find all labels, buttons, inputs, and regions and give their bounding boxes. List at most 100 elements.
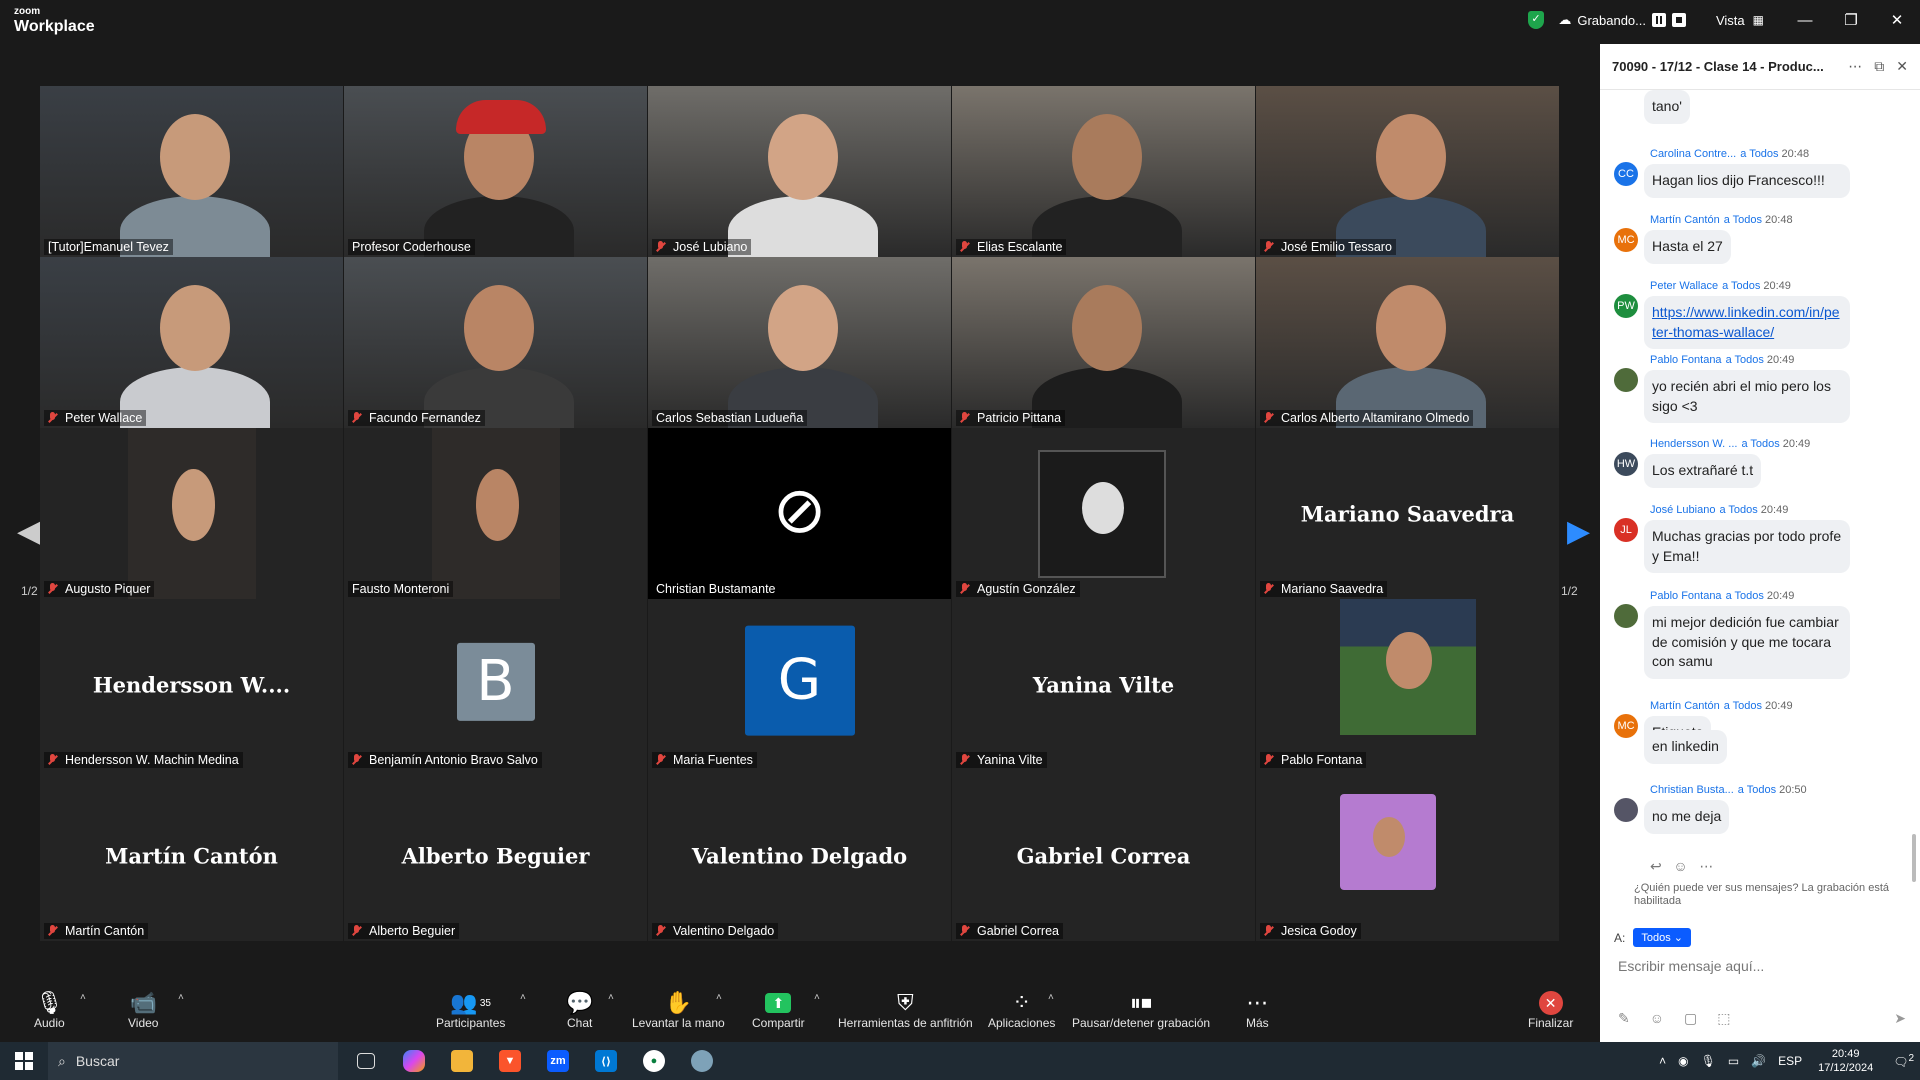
message-sender[interactable]: Martín Cantón: [1650, 214, 1720, 226]
reply-icon[interactable]: ↩: [1650, 858, 1662, 874]
share-options-chevron-icon[interactable]: ˄: [814, 992, 820, 1003]
app-colorful-icon[interactable]: [682, 1042, 722, 1080]
participant-tile[interactable]: Martín Cantón Martín Cantón: [40, 770, 343, 941]
message-sender[interactable]: Peter Wallace: [1650, 280, 1718, 292]
chat-messages[interactable]: tano' Carolina Contre... a Todos 20:48 CC Hag…: [1600, 90, 1920, 920]
participant-tile[interactable]: Profesor Coderhouse: [344, 86, 647, 257]
format-icon[interactable]: ✎: [1618, 1010, 1630, 1027]
minimize-icon[interactable]: —: [1782, 0, 1828, 40]
participants-button[interactable]: 👥 35 Participantes: [436, 990, 505, 1030]
more-actions-icon[interactable]: ⋯: [1699, 858, 1713, 874]
message-bubble[interactable]: tano': [1644, 90, 1690, 124]
next-page-icon[interactable]: ▶: [1567, 514, 1590, 549]
message-sender[interactable]: Pablo Fontana: [1650, 590, 1722, 602]
audio-options-chevron-icon[interactable]: ˄: [80, 992, 86, 1003]
message-sender[interactable]: Hendersson W. ...: [1650, 438, 1737, 450]
message-bubble[interactable]: https://www.linkedin.com/in/peter-thomas…: [1644, 296, 1850, 350]
system-clock[interactable]: 20:49 17/12/2024: [1818, 1047, 1873, 1076]
participant-tile[interactable]: Mariano Saavedra Mariano Saavedra: [1256, 428, 1559, 599]
sender-avatar[interactable]: HW: [1614, 452, 1638, 476]
emoji-picker-icon[interactable]: ☺: [1650, 1010, 1664, 1027]
notifications-icon[interactable]: 🗨2: [1893, 1053, 1914, 1069]
message-bubble[interactable]: yo recién abri el mio pero los sigo <3: [1644, 370, 1850, 424]
raise-hand-options-chevron-icon[interactable]: ˄: [716, 992, 722, 1003]
share-button[interactable]: ⬆ Compartir: [752, 990, 805, 1030]
message-bubble[interactable]: Muchas gracias por todo profe y Ema!!: [1644, 520, 1850, 574]
participant-tile[interactable]: Fausto Monteroni: [344, 428, 647, 599]
sender-avatar[interactable]: PW: [1614, 294, 1638, 318]
participant-tile[interactable]: Facundo Fernandez: [344, 257, 647, 428]
participant-tile[interactable]: Alberto Beguier Alberto Beguier: [344, 770, 647, 941]
participant-tile[interactable]: Pablo Fontana: [1256, 599, 1559, 770]
participant-tile[interactable]: Hendersson W.... Hendersson W. Machin Med…: [40, 599, 343, 770]
audio-button[interactable]: 🎙 Audio: [34, 990, 65, 1030]
close-icon[interactable]: ✕: [1874, 0, 1920, 40]
vscode-icon[interactable]: ⟨⟩: [586, 1042, 626, 1080]
message-bubble[interactable]: mi mejor dedición fue cambiar de comisió…: [1644, 606, 1850, 679]
sender-avatar[interactable]: [1614, 798, 1638, 822]
participant-tile[interactable]: Jesica Godoy: [1256, 770, 1559, 941]
end-meeting-button[interactable]: ✕ Finalizar: [1528, 990, 1573, 1030]
message-sender[interactable]: Martín Cantón: [1650, 700, 1720, 712]
participant-tile[interactable]: Patricio Pittana: [952, 257, 1255, 428]
sender-avatar[interactable]: [1614, 368, 1638, 392]
message-sender[interactable]: Christian Busta...: [1650, 784, 1734, 796]
visibility-note[interactable]: ¿Quién puede ver sus mensajes? La grabac…: [1614, 882, 1914, 908]
participant-tile[interactable]: Augusto Piquer: [40, 428, 343, 599]
message-bubble[interactable]: Hasta el 27: [1644, 230, 1731, 264]
participant-tile[interactable]: ⊘ Christian Bustamante: [648, 428, 951, 599]
participant-tile[interactable]: José Lubiano: [648, 86, 951, 257]
encryption-shield-icon[interactable]: [1528, 11, 1545, 29]
copilot-icon[interactable]: [394, 1042, 434, 1080]
send-icon[interactable]: ➤: [1894, 1010, 1906, 1027]
chat-scrollbar[interactable]: [1912, 834, 1916, 882]
video-button[interactable]: 📹 Video: [128, 990, 158, 1030]
pop-out-icon[interactable]: ⧉: [1874, 58, 1884, 75]
file-icon[interactable]: ▢: [1684, 1010, 1697, 1027]
message-sender[interactable]: José Lubiano: [1650, 504, 1715, 516]
show-hidden-icons-chevron-icon[interactable]: ˄: [1659, 1054, 1666, 1068]
input-language[interactable]: ESP: [1778, 1054, 1802, 1068]
message-sender[interactable]: Pablo Fontana: [1650, 354, 1722, 366]
emoji-icon[interactable]: ☺: [1673, 858, 1687, 874]
participant-tile[interactable]: Agustín González: [952, 428, 1255, 599]
stop-recording-icon[interactable]: [1671, 13, 1686, 27]
message-bubble[interactable]: Los extrañaré t.t: [1644, 454, 1762, 488]
participant-tile[interactable]: Valentino Delgado Valentino Delgado: [648, 770, 951, 941]
volume-icon[interactable]: 🔊: [1751, 1054, 1766, 1068]
chat-options-chevron-icon[interactable]: ˄: [608, 992, 614, 1003]
chat-more-icon[interactable]: ⋯: [1848, 58, 1862, 75]
message-sender[interactable]: Carolina Contre...: [1650, 148, 1736, 160]
view-button[interactable]: Vista ▦: [1716, 13, 1764, 28]
chat-button[interactable]: 💬 Chat: [566, 990, 593, 1030]
message-bubble[interactable]: Hagan lios dijo Francesco!!!: [1644, 164, 1850, 198]
video-options-chevron-icon[interactable]: ˄: [178, 992, 184, 1003]
zoom-app-icon[interactable]: zm: [538, 1042, 578, 1080]
app-green-icon[interactable]: ●: [634, 1042, 674, 1080]
sender-avatar[interactable]: JL: [1614, 518, 1638, 542]
webcam-icon[interactable]: ◉: [1678, 1054, 1688, 1068]
start-button[interactable]: [0, 1042, 48, 1080]
task-view-icon[interactable]: [346, 1042, 386, 1080]
participant-tile[interactable]: José Emilio Tessaro: [1256, 86, 1559, 257]
participant-tile[interactable]: Carlos Sebastian Ludueña: [648, 257, 951, 428]
pause-recording-button[interactable]: ⏸⏹ Pausar/detener grabación: [1072, 990, 1210, 1030]
mic-tray-icon[interactable]: 🎙: [1701, 1054, 1716, 1068]
restore-icon[interactable]: ❐: [1828, 0, 1874, 40]
host-tools-button[interactable]: ⛨ Herramientas de anfitrión: [838, 990, 973, 1030]
participant-tile[interactable]: G Maria Fuentes: [648, 599, 951, 770]
screenshot-icon[interactable]: ⬚: [1717, 1010, 1730, 1027]
message-link[interactable]: https://www.linkedin.com/in/peter-thomas…: [1652, 304, 1840, 340]
participant-tile[interactable]: Peter Wallace: [40, 257, 343, 428]
more-button[interactable]: ⋯ Más: [1246, 990, 1269, 1030]
brave-browser-icon[interactable]: ▼: [490, 1042, 530, 1080]
participant-tile[interactable]: B Benjamín Antonio Bravo Salvo: [344, 599, 647, 770]
participant-tile[interactable]: Elias Escalante: [952, 86, 1255, 257]
participant-tile[interactable]: [Tutor]Emanuel Tevez: [40, 86, 343, 257]
participant-tile[interactable]: Yanina Vilte Yanina Vilte: [952, 599, 1255, 770]
participants-options-chevron-icon[interactable]: ˄: [520, 992, 526, 1003]
sender-avatar[interactable]: CC: [1614, 162, 1638, 186]
previous-page-icon[interactable]: ◀: [17, 514, 40, 549]
apps-button[interactable]: ⁘ Aplicaciones: [988, 990, 1055, 1030]
sender-avatar[interactable]: MC: [1614, 228, 1638, 252]
